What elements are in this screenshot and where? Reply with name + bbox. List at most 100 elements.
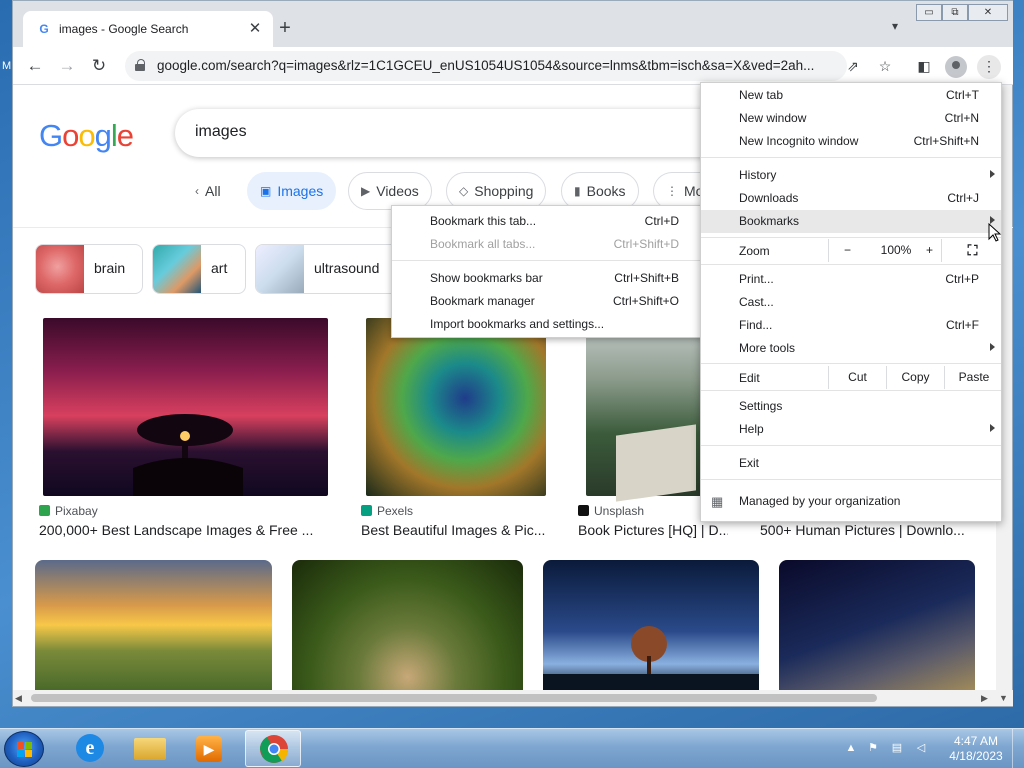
menu-separator <box>701 363 1001 364</box>
result-image-peacock[interactable] <box>366 318 546 496</box>
horizontal-scrollbar[interactable]: ◀ ▶ ▼ <box>13 690 1013 706</box>
menu-separator <box>701 479 1001 480</box>
new-tab-button[interactable]: + <box>275 18 295 38</box>
menu-item-settings[interactable]: Settings <box>701 395 1001 418</box>
menu-item-more-tools[interactable]: More tools <box>701 337 1001 360</box>
maximize-button[interactable]: ⧉ <box>942 4 968 21</box>
menu-item-bookmark-all-tabs: Bookmark all tabs... Ctrl+Shift+D <box>430 237 679 251</box>
cut-button[interactable]: Cut <box>828 366 886 389</box>
menu-item-find[interactable]: Find... Ctrl+F <box>701 314 1001 337</box>
menu-item-show-bookmarks-bar[interactable]: Show bookmarks bar Ctrl+Shift+B <box>392 267 703 290</box>
menu-item-exit[interactable]: Exit <box>701 452 1001 475</box>
result-image-sunset-hills[interactable] <box>35 560 272 690</box>
side-panel-icon[interactable]: ◧ <box>913 55 935 77</box>
lock-icon[interactable] <box>135 59 145 71</box>
tab-title: images - Google Search <box>59 22 189 36</box>
result-title[interactable]: 500+ Human Pictures | Downlo... <box>760 522 985 538</box>
bookmark-star-icon[interactable]: ☆ <box>874 55 896 77</box>
paste-button[interactable]: Paste <box>944 366 1003 389</box>
tab-images[interactable]: ▣ Images <box>247 172 337 210</box>
menu-item-print[interactable]: Print... Ctrl+P <box>701 268 1001 291</box>
logo-letter: g <box>94 118 112 153</box>
action-center-flag-icon[interactable]: ⚑ <box>866 741 880 755</box>
result-source[interactable]: Pexels <box>361 504 413 518</box>
zoom-out-button[interactable]: − <box>828 239 866 262</box>
scroll-down-icon[interactable]: ▼ <box>999 693 1008 703</box>
minimize-button[interactable]: ▭ <box>916 4 942 21</box>
tab-label: Images <box>277 183 324 199</box>
taskbar-internet-explorer[interactable]: e <box>62 730 118 767</box>
menu-item-bookmarks[interactable]: Bookmarks <box>701 210 1001 233</box>
profile-avatar-icon[interactable] <box>945 56 967 78</box>
result-title[interactable]: Book Pictures [HQ] | D... <box>578 522 728 538</box>
clock-time: 4:47 AM <box>953 734 999 748</box>
result-image-landscape[interactable] <box>43 318 328 496</box>
zoom-in-button[interactable]: + <box>926 239 940 262</box>
related-chip-art[interactable]: art <box>152 244 246 294</box>
close-window-button[interactable]: ✕ <box>968 4 1008 21</box>
show-hidden-icons[interactable]: ▲ <box>844 741 858 755</box>
reload-icon[interactable]: ↻ <box>87 54 111 78</box>
related-label: ultrasound <box>314 260 380 276</box>
taskbar-chrome[interactable] <box>245 730 301 767</box>
taskbar-file-explorer[interactable] <box>122 730 178 767</box>
related-chip-brain[interactable]: brain <box>35 244 143 294</box>
share-icon[interactable]: ⇗ <box>842 55 864 77</box>
volume-muted-icon[interactable]: ◁ <box>914 741 928 755</box>
search-input[interactable]: images <box>195 123 247 141</box>
related-chip-ultrasound[interactable]: ultrasound <box>255 244 403 294</box>
result-image-book[interactable] <box>586 318 704 502</box>
url-text[interactable]: google.com/search?q=images&rlz=1C1GCEU_e… <box>157 58 837 73</box>
tree-silhouette <box>133 414 243 496</box>
windows-logo-icon <box>17 742 32 757</box>
menu-separator <box>701 157 1001 158</box>
taskbar: e ▶ ▲ ⚑ ▤ ◁ 4:47 AM 4/18/2023 <box>0 728 1024 768</box>
result-image-forest-path[interactable] <box>292 560 523 690</box>
menu-item-new-incognito[interactable]: New Incognito window Ctrl+Shift+N <box>701 130 1001 153</box>
menu-separator <box>392 260 703 261</box>
menu-item-downloads[interactable]: Downloads Ctrl+J <box>701 187 1001 210</box>
tab-search-chevron-icon[interactable]: ▾ <box>885 19 905 39</box>
menu-item-cast[interactable]: Cast... <box>701 291 1001 314</box>
menu-item-bookmark-this-tab[interactable]: Bookmark this tab... Ctrl+D <box>392 210 703 233</box>
forward-arrow-icon[interactable]: → <box>55 54 79 78</box>
brain-thumbnail <box>36 245 84 293</box>
start-button[interactable] <box>4 731 44 767</box>
tab-all[interactable]: ‹ All <box>183 172 233 210</box>
menu-item-import-bookmarks[interactable]: Import bookmarks and settings... <box>392 313 703 336</box>
scrollbar-thumb[interactable] <box>31 694 877 702</box>
taskbar-media-player[interactable]: ▶ <box>182 730 238 767</box>
menu-item-help[interactable]: Help <box>701 418 1001 441</box>
chrome-main-menu: New tab Ctrl+T New window Ctrl+N New Incog… <box>700 82 1002 522</box>
back-arrow-icon[interactable]: ← <box>23 54 47 78</box>
menu-item-bookmark-manager[interactable]: Bookmark manager Ctrl+Shift+O <box>392 290 703 313</box>
show-desktop-button[interactable] <box>1012 729 1024 768</box>
result-source[interactable]: Pixabay <box>39 504 98 518</box>
menu-item-new-tab[interactable]: New tab Ctrl+T <box>701 84 1001 107</box>
search-box[interactable]: images <box>175 109 755 157</box>
result-image-night-sky[interactable] <box>779 560 975 690</box>
internet-explorer-icon: e <box>76 734 104 762</box>
result-image-lone-tree[interactable] <box>543 560 759 690</box>
result-source[interactable]: Unsplash <box>578 504 644 518</box>
tab-google-search[interactable]: G images - Google Search ✕ <box>23 11 273 47</box>
scroll-left-icon[interactable]: ◀ <box>15 693 22 704</box>
result-title[interactable]: 200,000+ Best Landscape Images & Free ..… <box>39 522 339 538</box>
result-title[interactable]: Best Beautiful Images & Pic... <box>361 522 561 538</box>
chrome-menu-icon[interactable]: ⋮ <box>977 55 1001 79</box>
edit-label: Edit <box>739 371 760 385</box>
submenu-arrow-icon <box>990 424 995 432</box>
copy-button[interactable]: Copy <box>886 366 944 389</box>
menu-item-history[interactable]: History <box>701 164 1001 187</box>
google-logo[interactable]: Google <box>39 118 134 154</box>
network-icon[interactable]: ▤ <box>890 741 904 755</box>
system-clock[interactable]: 4:47 AM 4/18/2023 <box>946 734 1006 764</box>
scroll-right-icon[interactable]: ▶ <box>981 693 988 704</box>
logo-letter: G <box>39 118 63 153</box>
logo-letter: o <box>78 118 95 153</box>
menu-item-new-window[interactable]: New window Ctrl+N <box>701 107 1001 130</box>
address-bar[interactable]: google.com/search?q=images&rlz=1C1GCEU_e… <box>125 51 847 81</box>
menu-item-managed[interactable]: ▦ Managed by your organization <box>701 490 1001 513</box>
close-tab-icon[interactable]: ✕ <box>245 18 265 38</box>
browser-toolbar: ← → ↻ google.com/search?q=images&rlz=1C1… <box>13 47 1013 85</box>
